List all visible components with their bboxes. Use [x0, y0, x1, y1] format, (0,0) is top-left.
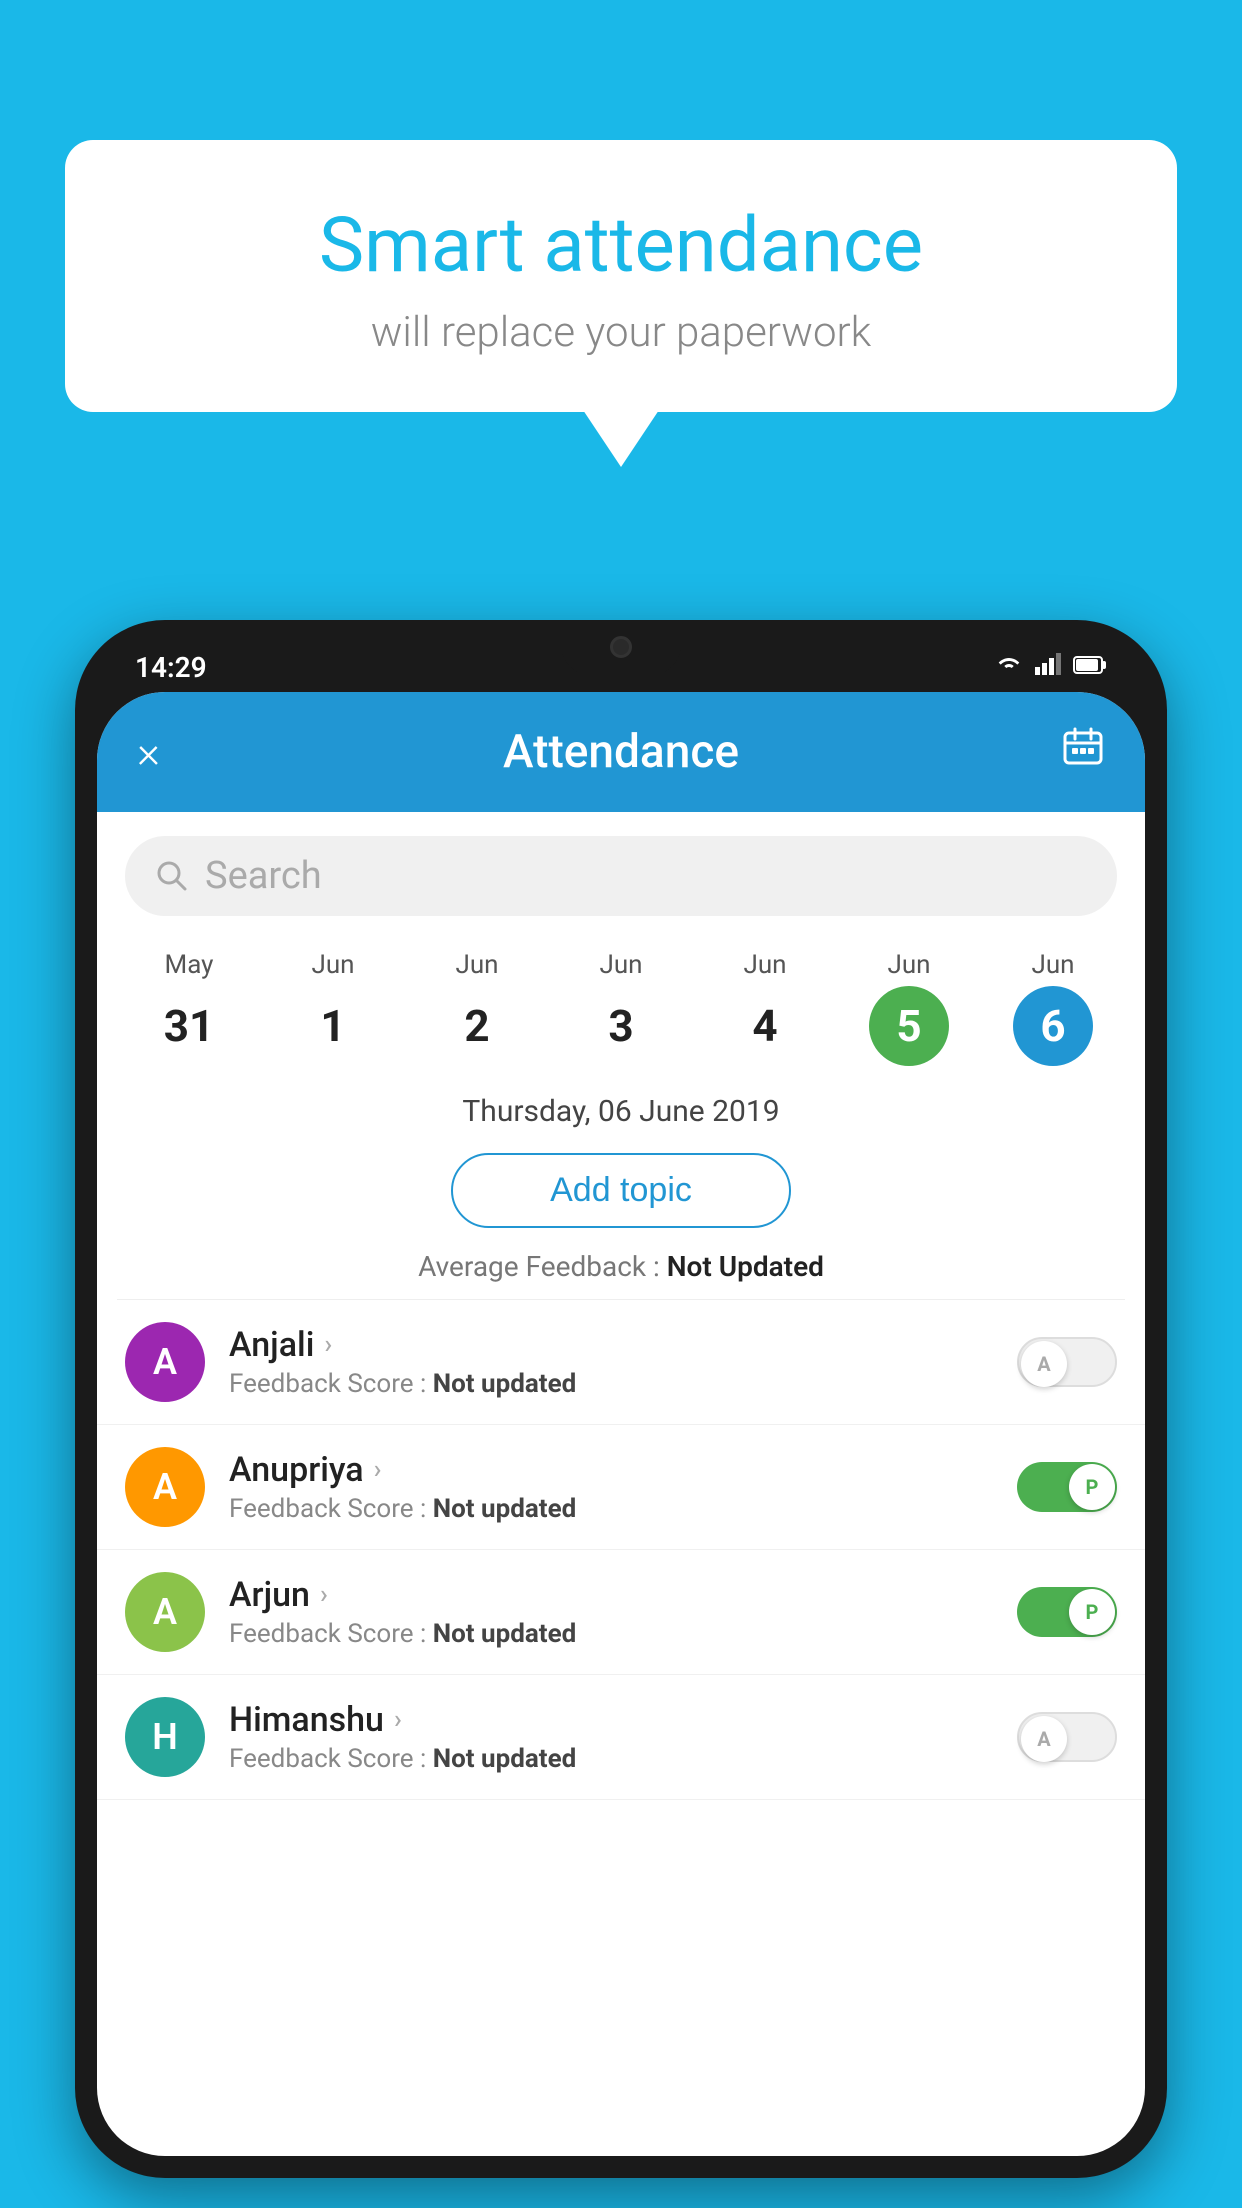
avatar: A	[125, 1447, 205, 1527]
toggle-knob: P	[1069, 1589, 1115, 1635]
student-name: Anjali ›	[229, 1325, 1017, 1365]
cal-month: Jun	[887, 950, 930, 980]
add-topic-button[interactable]: Add topic	[451, 1153, 791, 1228]
cal-date[interactable]: 31	[149, 986, 229, 1066]
avatar: A	[125, 1322, 205, 1402]
calendar-day[interactable]: Jun 4	[693, 942, 837, 1074]
student-info: Himanshu › Feedback Score : Not updated	[229, 1700, 1017, 1774]
app-header: × Attendance	[97, 692, 1145, 812]
speech-bubble: Smart attendance will replace your paper…	[65, 140, 1177, 412]
toggle-knob: P	[1069, 1464, 1115, 1510]
chevron-right-icon: ›	[374, 1455, 382, 1485]
student-item[interactable]: A Anupriya › Feedback Score : Not update…	[97, 1425, 1145, 1550]
calendar-day[interactable]: Jun 6	[981, 942, 1125, 1074]
cal-date[interactable]: 6	[1013, 986, 1093, 1066]
search-icon	[155, 859, 189, 893]
avg-feedback-label: Average Feedback :	[418, 1250, 667, 1283]
chevron-right-icon: ›	[394, 1705, 402, 1735]
student-name: Arjun ›	[229, 1575, 1017, 1615]
calendar-day[interactable]: Jun 2	[405, 942, 549, 1074]
bubble-title: Smart attendance	[115, 200, 1127, 290]
avatar: A	[125, 1572, 205, 1652]
attendance-toggle[interactable]: P	[1017, 1462, 1117, 1512]
student-name: Anupriya ›	[229, 1450, 1017, 1490]
chevron-right-icon: ›	[320, 1580, 328, 1610]
calendar-day[interactable]: Jun 5	[837, 942, 981, 1074]
feedback-score: Feedback Score : Not updated	[229, 1619, 1017, 1649]
cal-date[interactable]: 5	[869, 986, 949, 1066]
cal-date[interactable]: 1	[293, 986, 373, 1066]
wifi-icon	[995, 652, 1023, 682]
cal-date[interactable]: 2	[437, 986, 517, 1066]
avg-feedback-value: Not Updated	[667, 1250, 824, 1283]
student-info: Anjali › Feedback Score : Not updated	[229, 1325, 1017, 1399]
toggle-knob: A	[1021, 1716, 1067, 1762]
phone-outer: 14:29	[75, 620, 1167, 2178]
app-content: × Attendance	[97, 692, 1145, 2156]
calendar-day[interactable]: Jun 1	[261, 942, 405, 1074]
add-topic-container: Add topic	[97, 1153, 1145, 1228]
speech-bubble-container: Smart attendance will replace your paper…	[65, 140, 1177, 412]
attendance-toggle[interactable]: A	[1017, 1712, 1117, 1762]
student-name: Himanshu ›	[229, 1700, 1017, 1740]
phone-frame: 14:29	[75, 620, 1167, 2178]
status-icons	[995, 652, 1107, 682]
signal-icon	[1035, 652, 1061, 682]
feedback-score: Feedback Score : Not updated	[229, 1494, 1017, 1524]
calendar-day[interactable]: May 31	[117, 942, 261, 1074]
search-bar[interactable]: Search	[125, 836, 1117, 916]
front-camera	[610, 636, 632, 658]
student-item[interactable]: A Anjali › Feedback Score : Not updated …	[97, 1300, 1145, 1425]
avatar: H	[125, 1697, 205, 1777]
calendar-icon[interactable]	[1061, 725, 1105, 779]
chevron-right-icon: ›	[324, 1330, 332, 1360]
calendar-row: May 31 Jun 1 Jun 2 Jun 3 Jun 4 Jun 5 Jun…	[97, 932, 1145, 1074]
feedback-score: Feedback Score : Not updated	[229, 1744, 1017, 1774]
attendance-toggle[interactable]: P	[1017, 1587, 1117, 1637]
student-info: Arjun › Feedback Score : Not updated	[229, 1575, 1017, 1649]
cal-month: Jun	[455, 950, 498, 980]
status-time: 14:29	[135, 651, 207, 684]
cal-month: Jun	[311, 950, 354, 980]
cal-date[interactable]: 3	[581, 986, 661, 1066]
calendar-day[interactable]: Jun 3	[549, 942, 693, 1074]
feedback-score: Feedback Score : Not updated	[229, 1369, 1017, 1399]
bubble-subtitle: will replace your paperwork	[115, 308, 1127, 357]
cal-month: Jun	[743, 950, 786, 980]
cal-month: Jun	[599, 950, 642, 980]
phone-notch	[561, 620, 681, 675]
student-item[interactable]: A Arjun › Feedback Score : Not updated P	[97, 1550, 1145, 1675]
battery-icon	[1073, 652, 1107, 682]
app-header-title: Attendance	[503, 725, 739, 779]
selected-date-label: Thursday, 06 June 2019	[97, 1074, 1145, 1139]
toggle-knob: A	[1021, 1341, 1067, 1387]
student-list: A Anjali › Feedback Score : Not updated …	[97, 1300, 1145, 1800]
search-input[interactable]: Search	[205, 854, 322, 898]
close-button[interactable]: ×	[137, 726, 160, 778]
cal-month: May	[165, 950, 214, 980]
student-item[interactable]: H Himanshu › Feedback Score : Not update…	[97, 1675, 1145, 1800]
cal-month: Jun	[1031, 950, 1074, 980]
avg-feedback: Average Feedback : Not Updated	[97, 1242, 1145, 1299]
attendance-toggle[interactable]: A	[1017, 1337, 1117, 1387]
student-info: Anupriya › Feedback Score : Not updated	[229, 1450, 1017, 1524]
cal-date[interactable]: 4	[725, 986, 805, 1066]
